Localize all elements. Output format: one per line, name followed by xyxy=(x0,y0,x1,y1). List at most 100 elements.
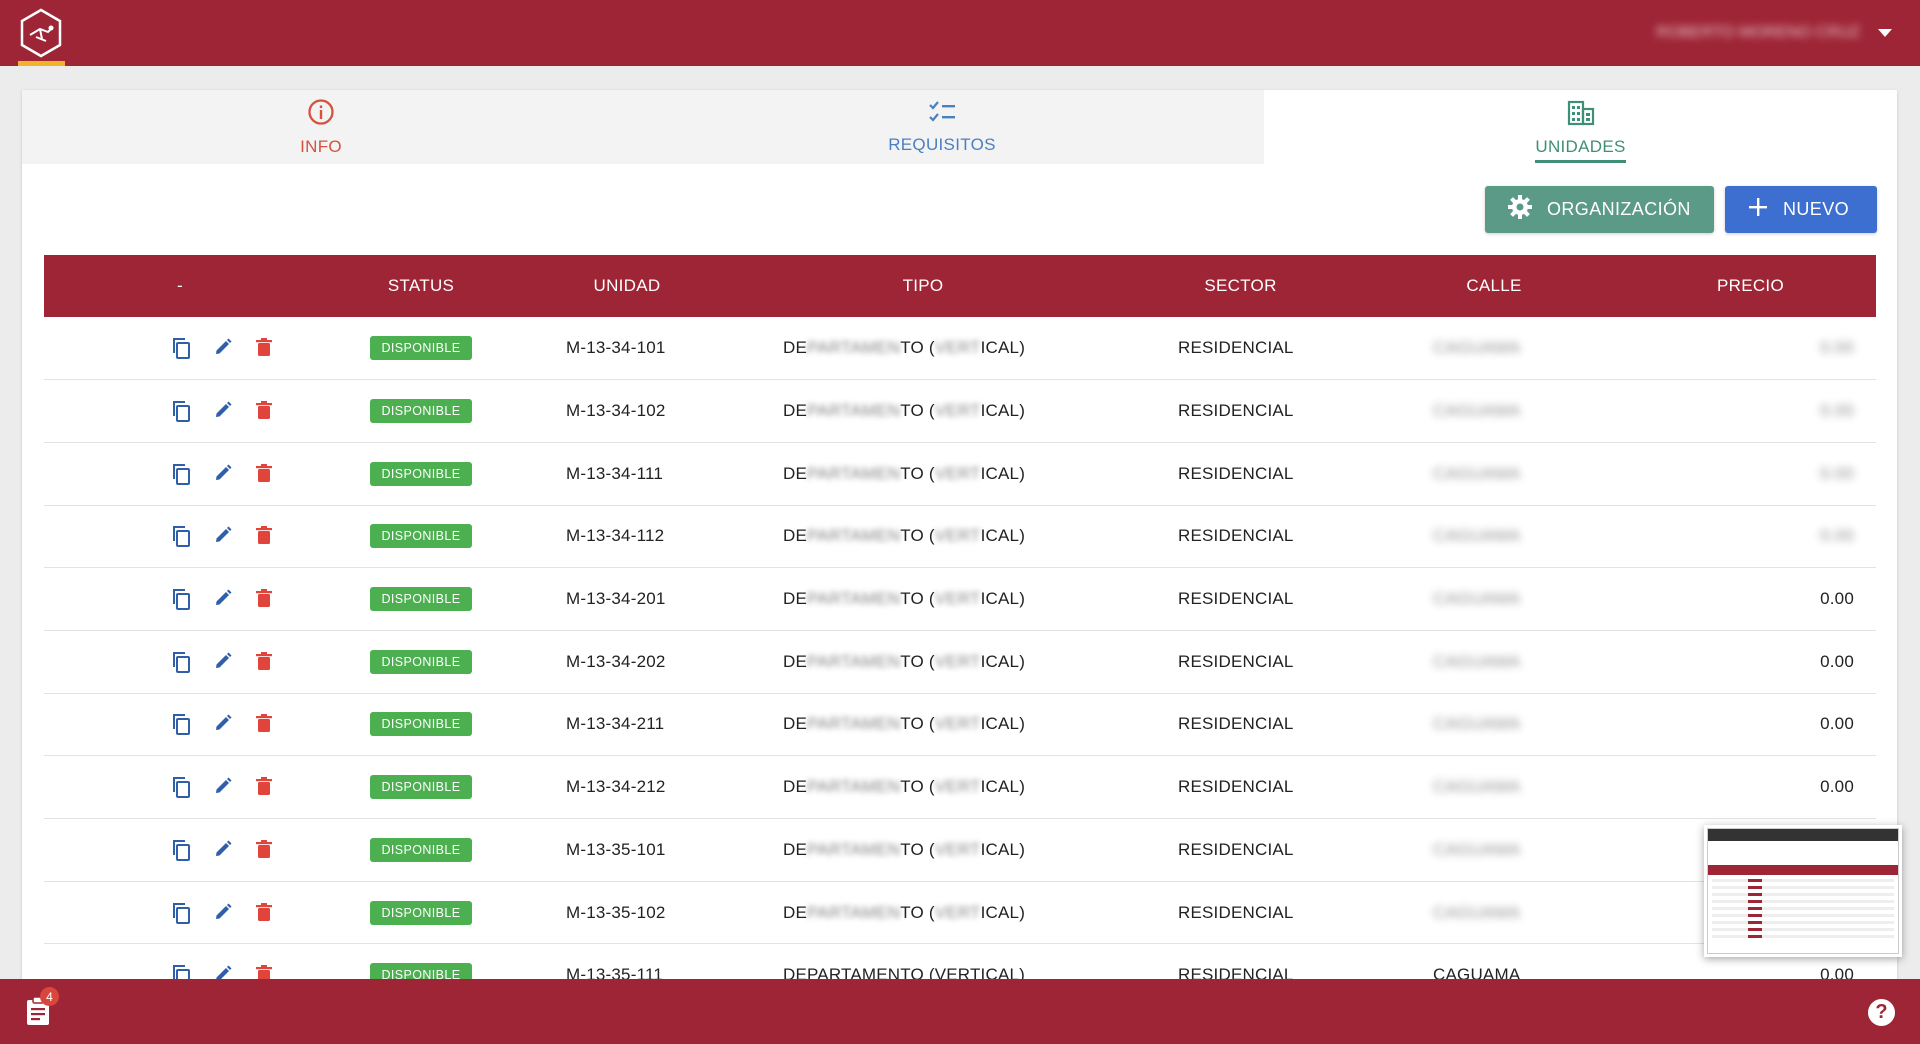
edit-icon[interactable] xyxy=(213,651,233,673)
status-badge: DISPONIBLE xyxy=(370,837,472,862)
calle-text: CAGUAMA xyxy=(1433,401,1521,421)
delete-icon[interactable] xyxy=(255,902,273,924)
edit-icon[interactable] xyxy=(213,902,233,924)
table-row[interactable]: DISPONIBLE M-13-34-112 DEPARTAMENTO (VER… xyxy=(44,505,1876,568)
table-row[interactable]: DISPONIBLE M-13-34-202 DEPARTAMENTO (VER… xyxy=(44,630,1876,694)
copy-icon[interactable] xyxy=(171,337,191,360)
edit-icon[interactable] xyxy=(213,400,233,422)
clipboard-icon xyxy=(24,996,52,1031)
table-row[interactable]: DISPONIBLE M-13-34-211 DEPARTAMENTO (VER… xyxy=(44,693,1876,756)
delete-icon[interactable] xyxy=(255,713,273,735)
delete-icon[interactable] xyxy=(255,776,273,798)
unidad-cell: M-13-35-102 xyxy=(566,902,666,922)
new-button[interactable]: NUEVO xyxy=(1725,186,1877,233)
status-badge: DISPONIBLE xyxy=(370,336,472,361)
copy-icon[interactable] xyxy=(171,525,191,548)
edit-icon[interactable] xyxy=(213,839,233,861)
column-header-status[interactable]: STATUS xyxy=(316,255,526,317)
tipo-cell: DEPARTAMENTO (VERTICAL) xyxy=(728,756,1118,819)
copy-icon[interactable] xyxy=(171,588,191,611)
gear-icon xyxy=(1507,194,1533,225)
delete-icon[interactable] xyxy=(255,400,273,422)
tipo-text: DEPARTAMENTO (VERTICAL) xyxy=(783,651,1026,671)
column-header-calle[interactable]: CALLE xyxy=(1363,255,1625,317)
column-header-unidad[interactable]: UNIDAD xyxy=(526,255,728,317)
row-actions xyxy=(44,630,316,693)
status-cell: DISPONIBLE xyxy=(316,317,526,380)
table-row[interactable]: DISPONIBLE M-13-34-111 DEPARTAMENTO (VER… xyxy=(44,442,1876,506)
delete-icon[interactable] xyxy=(255,651,273,673)
tab-info[interactable]: INFO xyxy=(22,90,620,164)
main-card: INFO REQUISITOS UNIDADES ORGANIZACIÓN NU… xyxy=(22,90,1897,1044)
tipo-cell: DEPARTAMENTO (VERTICAL) xyxy=(728,819,1118,882)
table-row[interactable]: DISPONIBLE M-13-34-101 DEPARTAMENTO (VER… xyxy=(44,317,1876,380)
table-row[interactable]: DISPONIBLE M-13-34-102 DEPARTAMENTO (VER… xyxy=(44,380,1876,443)
row-actions xyxy=(44,881,316,944)
logo-active-indicator xyxy=(18,61,65,66)
sector-cell: RESIDENCIAL xyxy=(1178,714,1294,734)
copy-icon[interactable] xyxy=(171,839,191,861)
status-cell: DISPONIBLE xyxy=(316,505,526,568)
organization-button[interactable]: ORGANIZACIÓN xyxy=(1485,186,1714,233)
screenshot-thumbnail[interactable] xyxy=(1704,825,1902,957)
status-cell: DISPONIBLE xyxy=(316,442,526,505)
copy-icon[interactable] xyxy=(171,651,191,673)
precio-cell: 0.00 xyxy=(1625,317,1876,380)
top-bar: ROBERTO MORENO CRUZ xyxy=(0,0,1920,66)
tipo-cell: DEPARTAMENTO (VERTICAL) xyxy=(728,630,1118,693)
new-button-label: NUEVO xyxy=(1783,199,1850,219)
tasks-button[interactable]: 4 xyxy=(24,987,59,1027)
tab-requisitos-label: REQUISITOS xyxy=(888,134,996,154)
column-header-tipo[interactable]: TIPO xyxy=(728,255,1118,317)
copy-icon[interactable] xyxy=(171,902,191,924)
precio-cell: 0.00 xyxy=(1625,756,1876,819)
table-row[interactable]: DISPONIBLE M-13-35-101 DEPARTAMENTO (VER… xyxy=(44,819,1876,882)
copy-icon[interactable] xyxy=(171,776,191,799)
edit-icon[interactable] xyxy=(213,588,233,610)
help-button[interactable]: ? xyxy=(1868,999,1895,1026)
edit-icon[interactable] xyxy=(213,525,233,547)
user-menu[interactable]: ROBERTO MORENO CRUZ xyxy=(1656,20,1892,46)
delete-icon[interactable] xyxy=(255,337,273,359)
app-logo[interactable] xyxy=(16,4,66,62)
copy-icon[interactable] xyxy=(171,463,191,485)
precio-text: 0.00 xyxy=(1820,463,1854,483)
unidad-cell: M-13-34-201 xyxy=(566,589,666,609)
tab-unidades-label: UNIDADES xyxy=(1535,137,1626,163)
tipo-cell: DEPARTAMENTO (VERTICAL) xyxy=(728,505,1118,568)
table-row[interactable]: DISPONIBLE M-13-34-201 DEPARTAMENTO (VER… xyxy=(44,568,1876,631)
delete-icon[interactable] xyxy=(255,525,273,547)
edit-icon[interactable] xyxy=(213,713,233,735)
delete-icon[interactable] xyxy=(255,463,273,485)
status-cell: DISPONIBLE xyxy=(316,693,526,756)
calle-cell: CAGUAMA xyxy=(1363,505,1625,568)
delete-icon[interactable] xyxy=(255,588,273,610)
edit-icon[interactable] xyxy=(213,337,233,359)
copy-icon[interactable] xyxy=(171,400,191,423)
table-row[interactable]: DISPONIBLE M-13-34-212 DEPARTAMENTO (VER… xyxy=(44,756,1876,819)
status-cell: DISPONIBLE xyxy=(316,380,526,443)
status-badge: DISPONIBLE xyxy=(370,524,472,549)
tab-requisitos[interactable]: REQUISITOS xyxy=(620,90,1264,164)
edit-icon[interactable] xyxy=(213,776,233,798)
calle-text: CAGUAMA xyxy=(1433,777,1521,797)
status-cell: DISPONIBLE xyxy=(316,819,526,882)
column-header-sector[interactable]: SECTOR xyxy=(1118,255,1363,317)
tab-unidades[interactable]: UNIDADES xyxy=(1264,90,1897,164)
column-header-precio[interactable]: PRECIO xyxy=(1625,255,1876,317)
status-cell: DISPONIBLE xyxy=(316,881,526,944)
tipo-cell: DEPARTAMENTO (VERTICAL) xyxy=(728,442,1118,505)
calle-text: CAGUAMA xyxy=(1433,902,1521,922)
table-row[interactable]: DISPONIBLE M-13-35-102 DEPARTAMENTO (VER… xyxy=(44,881,1876,944)
delete-icon[interactable] xyxy=(255,839,273,861)
calle-text: CAGUAMA xyxy=(1433,463,1521,483)
edit-icon[interactable] xyxy=(213,463,233,485)
notification-badge: 4 xyxy=(40,987,59,1006)
copy-icon[interactable] xyxy=(171,713,191,736)
tipo-text: DEPARTAMENTO (VERTICAL) xyxy=(783,526,1026,546)
tipo-cell: DEPARTAMENTO (VERTICAL) xyxy=(728,568,1118,631)
status-badge: DISPONIBLE xyxy=(370,587,472,612)
column-header-actions: - xyxy=(177,276,183,295)
tipo-cell: DEPARTAMENTO (VERTICAL) xyxy=(728,693,1118,756)
chevron-down-icon[interactable] xyxy=(1878,29,1892,37)
